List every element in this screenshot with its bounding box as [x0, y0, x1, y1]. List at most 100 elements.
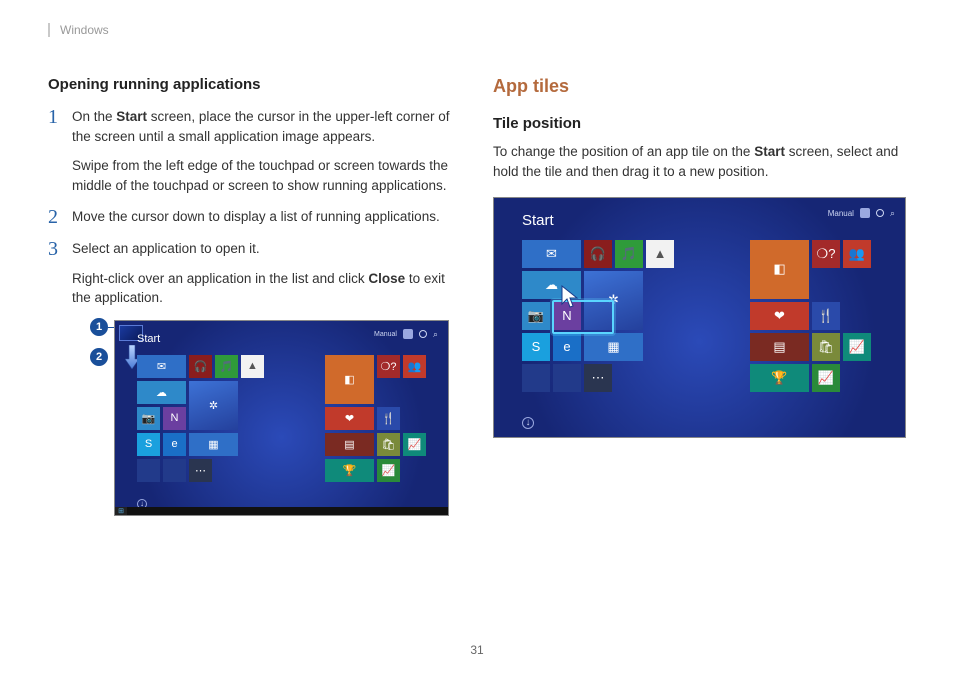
- tile-empty: [812, 271, 840, 299]
- callout-1: 1: [90, 318, 108, 336]
- document-page: Windows Opening running applications 1 O…: [0, 0, 954, 675]
- power-icon: [419, 330, 427, 338]
- user-avatar-icon: [860, 208, 870, 218]
- content-columns: Opening running applications 1 On the St…: [48, 76, 906, 516]
- search-icon: ⌕: [433, 329, 438, 340]
- tile-news: ▤: [325, 433, 374, 456]
- tile-onedrive: ▲: [241, 355, 264, 378]
- tile-ie: e: [553, 333, 581, 361]
- tile-mail: ✉: [137, 355, 186, 378]
- tile-empty: [267, 381, 290, 404]
- tile-empty: [677, 333, 705, 361]
- step-1: 1 On the Start screen, place the cursor …: [48, 107, 451, 195]
- step3-para2: Right-click over an application in the l…: [72, 269, 451, 308]
- tile-empty: [377, 381, 400, 404]
- tile-headset: 🎧: [584, 240, 612, 268]
- tile-store: 🛍: [377, 433, 400, 456]
- tile-health: ❤: [325, 407, 374, 430]
- steps-list: 1 On the Start screen, place the cursor …: [48, 107, 451, 308]
- left-column: Opening running applications 1 On the St…: [48, 76, 451, 516]
- tile-people: 👥: [403, 355, 426, 378]
- power-icon: [876, 209, 884, 217]
- tile-people: 👥: [843, 240, 871, 268]
- right-subheading: Tile position: [493, 115, 906, 132]
- tile-dots: ⋯: [584, 364, 612, 392]
- tile-onenote: N: [163, 407, 186, 430]
- step-text: Move the cursor down to display a list o…: [72, 207, 451, 227]
- tile-empty: [646, 333, 674, 361]
- tile-help: ❍?: [812, 240, 840, 268]
- tile-empty: [646, 302, 674, 330]
- tile-dark2: [163, 459, 186, 482]
- tile-empty: [843, 271, 871, 299]
- tile-skype: S: [522, 333, 550, 361]
- tile-office: ◧: [750, 240, 809, 299]
- user-area: Manual ⌕: [828, 208, 895, 219]
- tile-office: ◧: [325, 355, 374, 404]
- tile-dark1: [522, 364, 550, 392]
- step3-para1: Select an application to open it.: [72, 241, 260, 256]
- step-number: 1: [48, 107, 62, 195]
- tile-money: 📈: [377, 459, 400, 482]
- right-paragraph: To change the position of an app tile on…: [493, 142, 906, 183]
- tile-group-2: ◧ ❍? 👥 ❤ 🍴 ▤ 🛍 📈 🏆 📈: [325, 355, 426, 482]
- tile-dark2: [553, 364, 581, 392]
- taskbar: ⊞: [115, 507, 448, 515]
- tile-group-2: ◧ ❍? 👥 ❤ 🍴 ▤ 🛍 📈 🏆 📈: [750, 240, 871, 392]
- tile-sports: 🏆: [325, 459, 374, 482]
- tile-empty: [843, 302, 871, 330]
- tile-camera: 📷: [137, 407, 160, 430]
- apps-arrow-icon: ↓: [522, 417, 534, 429]
- tile-group-1: ✉ 🎧 🎵 ▲ ☁ ✲ 📷 N S e: [137, 355, 290, 482]
- search-icon: ⌕: [890, 208, 895, 219]
- step-2: 2 Move the cursor down to display a list…: [48, 207, 451, 227]
- step-text: On the Start screen, place the cursor in…: [72, 107, 451, 195]
- tile-ie: e: [163, 433, 186, 456]
- tile-camera: 📷: [522, 302, 550, 330]
- tile-weather: ✲: [189, 381, 238, 430]
- tile-calendar: ▦: [584, 333, 643, 361]
- user-avatar-icon: [403, 329, 413, 339]
- tile-store: 🛍: [812, 333, 840, 361]
- tile-empty: [677, 302, 705, 330]
- user-name: Manual: [374, 331, 397, 338]
- tile-empty: [677, 271, 705, 299]
- step1-para2: Swipe from the left edge of the touchpad…: [72, 156, 451, 195]
- user-name: Manual: [828, 209, 854, 218]
- tile-calendar: ▦: [189, 433, 238, 456]
- tile-mail: ✉: [522, 240, 581, 268]
- callout-2: 2: [90, 348, 108, 366]
- tile-empty: [403, 381, 426, 404]
- tile-empty: [241, 433, 264, 456]
- tile-cloud: ☁: [137, 381, 186, 404]
- section-heading: App tiles: [493, 76, 906, 97]
- tile-empty: [241, 407, 264, 430]
- tile-dark1: [137, 459, 160, 482]
- tile-music: 🎵: [215, 355, 238, 378]
- tile-empty: [677, 240, 705, 268]
- step-number: 2: [48, 207, 62, 227]
- tile-news: ▤: [750, 333, 809, 361]
- left-heading: Opening running applications: [48, 76, 451, 93]
- tile-empty: [646, 271, 674, 299]
- tile-finance: 📈: [843, 333, 871, 361]
- tile-headset: 🎧: [189, 355, 212, 378]
- start-title: Start: [522, 212, 554, 229]
- tile-food: 🍴: [377, 407, 400, 430]
- start-button-icon: ⊞: [115, 507, 127, 515]
- tile-empty: [267, 407, 290, 430]
- tile-dots: ⋯: [189, 459, 212, 482]
- tile-help: ❍?: [377, 355, 400, 378]
- header-rule: [48, 23, 50, 37]
- figure-1: 1 2 Start Manual ⌕: [48, 320, 451, 516]
- page-header: Windows: [48, 22, 906, 38]
- start-screen-figure-small: Start Manual ⌕ ✉ 🎧 🎵 ▲ ☁: [114, 320, 449, 516]
- start-screen-figure-big: Start Manual ⌕ ✉ 🎧 🎵 ▲ ☁ ✲: [493, 197, 906, 438]
- tile-money: 📈: [812, 364, 840, 392]
- tile-empty: [241, 381, 264, 404]
- tile-finance: 📈: [403, 433, 426, 456]
- start-title: Start: [137, 333, 160, 345]
- tile-music: 🎵: [615, 240, 643, 268]
- tile-empty: [267, 355, 290, 378]
- tile-health: ❤: [750, 302, 809, 330]
